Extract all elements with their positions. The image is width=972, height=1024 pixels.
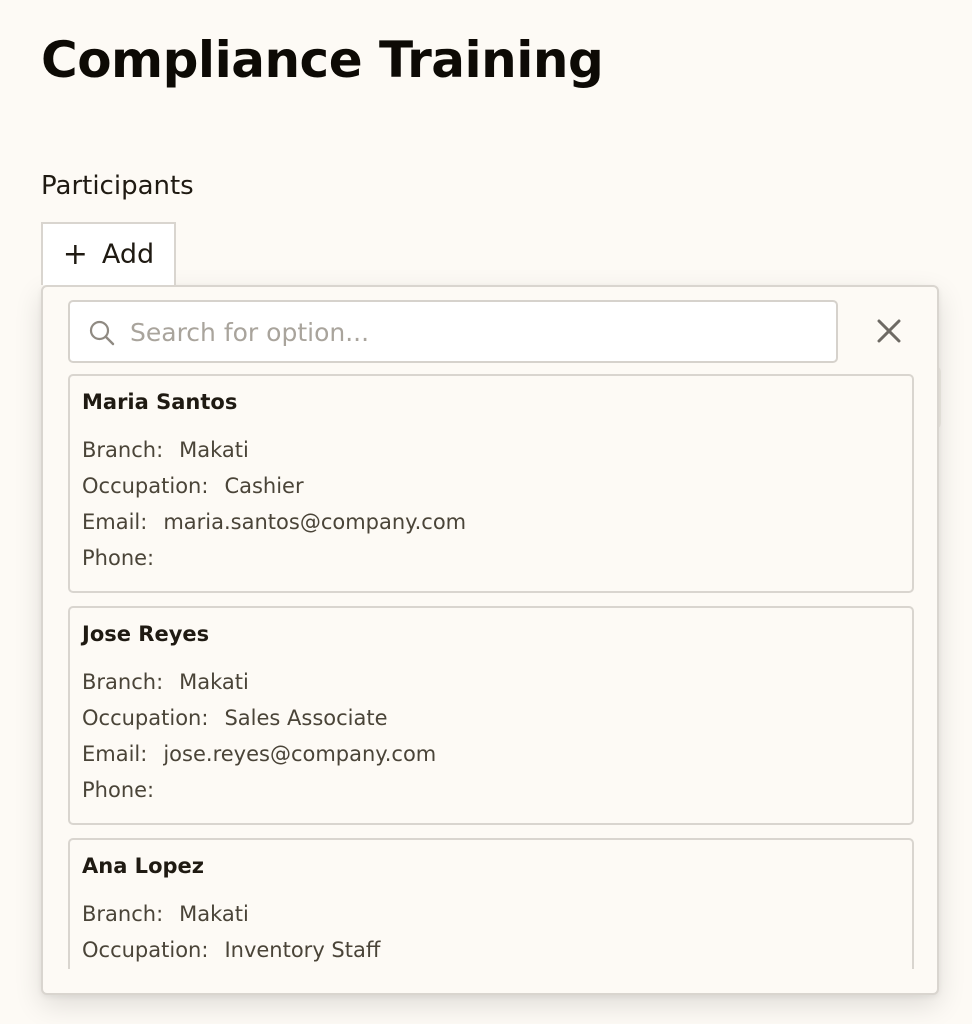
page-title: Compliance Training (41, 31, 604, 89)
option-card-maria-santos[interactable]: Maria Santos Branch: Makati Occupation: Ca… (68, 374, 914, 593)
add-button-label: Add (101, 239, 155, 270)
branch-label: Branch: (82, 670, 164, 694)
branch-label: Branch: (82, 438, 164, 462)
option-phone: Phone: (82, 776, 170, 804)
search-input[interactable] (130, 310, 820, 354)
option-email: Email: maria.santos@company.com (82, 508, 466, 536)
add-participant-button[interactable]: + Add (41, 222, 176, 285)
option-branch: Branch: Makati (82, 436, 249, 464)
option-card-jose-reyes[interactable]: Jose Reyes Branch: Makati Occupation: Sale… (68, 606, 914, 825)
option-occupation: Occupation: Inventory Staff (82, 936, 380, 964)
participant-picker-popover: Maria Santos Branch: Makati Occupation: Ca… (41, 285, 939, 995)
option-name: Maria Santos (82, 390, 238, 414)
option-card-ana-lopez[interactable]: Ana Lopez Branch: Makati Occupation: Inven… (68, 838, 914, 969)
option-branch: Branch: Makati (82, 900, 249, 928)
search-icon (89, 320, 115, 346)
occupation-label: Occupation: (82, 938, 209, 962)
email-label: Email: (82, 510, 148, 534)
phone-label: Phone: (82, 778, 155, 802)
email-value: jose.reyes@company.com (163, 742, 437, 766)
occupation-label: Occupation: (82, 706, 209, 730)
plus-icon: + (62, 236, 88, 272)
option-occupation: Occupation: Sales Associate (82, 704, 388, 732)
branch-value: Makati (179, 670, 249, 694)
occupation-value: Inventory Staff (224, 938, 381, 962)
options-list: Maria Santos Branch: Makati Occupation: Ca… (68, 374, 914, 969)
email-label: Email: (82, 742, 148, 766)
occupation-value: Cashier (224, 474, 304, 498)
branch-label: Branch: (82, 902, 164, 926)
branch-value: Makati (179, 438, 249, 462)
participants-label: Participants (41, 171, 194, 201)
branch-value: Makati (179, 902, 249, 926)
search-box (68, 300, 838, 363)
option-email: Email: jose.reyes@company.com (82, 740, 436, 768)
option-name: Jose Reyes (82, 622, 210, 646)
option-name: Ana Lopez (82, 854, 204, 878)
option-branch: Branch: Makati (82, 668, 249, 696)
occupation-label: Occupation: (82, 474, 209, 498)
phone-label: Phone: (82, 546, 155, 570)
option-occupation: Occupation: Cashier (82, 472, 304, 500)
option-phone: Phone: (82, 544, 170, 572)
close-icon[interactable] (873, 315, 905, 347)
occupation-value: Sales Associate (224, 706, 388, 730)
email-value: maria.santos@company.com (163, 510, 467, 534)
